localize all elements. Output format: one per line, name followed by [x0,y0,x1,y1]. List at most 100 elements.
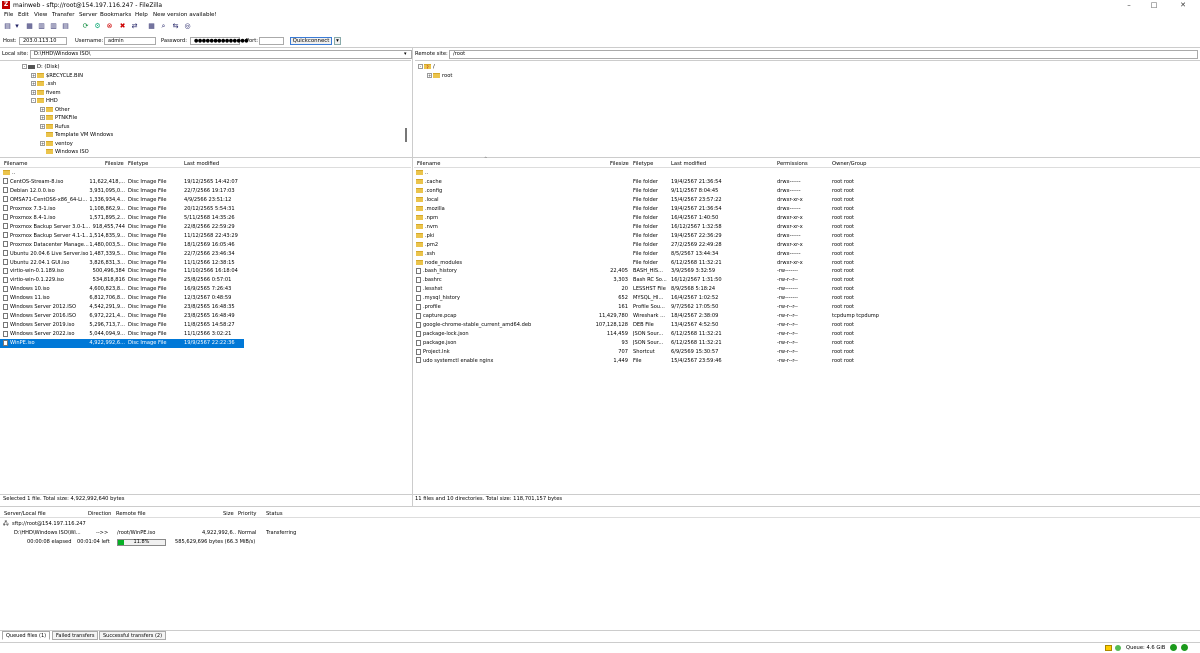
col-filetype[interactable]: Filetype [633,161,653,167]
password-input[interactable]: ●●●●●●●●●●●●●● [190,37,249,45]
tree-item[interactable]: - HHD [31,97,58,105]
table-row[interactable]: .cache File folder 19/4/2567 21:36:54 drwx-… [414,178,1200,187]
table-row[interactable]: .bash_history 22,405 BASH_HIS... 3/9/2569 3… [414,267,1200,276]
queue-transfer-row[interactable]: D:\HHD\Windows ISO\Wi... -->> /root/WinP… [0,529,400,538]
table-row[interactable]: CentOS-Stream-8.iso 11,622,418,... Disc Im… [0,178,244,187]
menu-bookmarks[interactable]: Bookmarks [100,12,131,18]
table-row[interactable]: virtio-win-0.1.189.iso 500,496,384 Disc Im… [0,267,244,276]
table-row[interactable]: .. [0,169,244,178]
expand-icon[interactable]: - [31,98,36,103]
table-row[interactable]: Windows Server 2022.iso 5,044,094,9... Dis… [0,330,244,339]
menu-view[interactable]: View [34,12,47,18]
table-row[interactable]: .. [414,169,1200,178]
table-row[interactable]: .bashrc 3,303 Bash RC So... 16/12/2567 1:31… [414,276,1200,285]
close-icon[interactable]: ✕ [1172,0,1194,10]
table-row[interactable]: .ssh File folder 8/5/2567 13:44:34 drwx----… [414,250,1200,259]
local-site-dropdown-icon[interactable]: ▾ [404,51,407,57]
table-row[interactable]: package-lock.json 114,459 JSON Sour... 6/12… [414,330,1200,339]
table-row[interactable]: capture.pcap 11,429,780 Wireshark ... 18/4/… [414,312,1200,321]
tree-item[interactable]: + Other [40,106,70,114]
minimize-icon[interactable]: – [1118,0,1140,10]
table-row[interactable]: Windows Server 2019.iso 5,296,713,7... Dis… [0,321,244,330]
table-row[interactable]: Proxmox 7.3-1.iso 1,108,862,9... Disc Imag… [0,205,244,214]
table-row[interactable]: Proxmox Backup Server 3.0-1... 918,455,74… [0,223,244,232]
refresh-icon[interactable]: ⟳ [81,22,90,31]
menu-help[interactable]: Help [135,12,148,18]
cancel-icon[interactable]: ⊗ [105,22,114,31]
expand-icon[interactable]: + [40,106,45,112]
table-row[interactable]: .pki File folder 19/4/2567 22:36:29 drwx---… [414,232,1200,241]
expand-icon[interactable]: + [40,140,45,146]
expand-icon[interactable]: - [418,64,423,69]
col-filename[interactable]: Filename [4,161,27,167]
synchronized-browsing-icon[interactable]: ⇆ [171,22,180,31]
expand-icon[interactable]: + [31,89,36,95]
table-row[interactable]: udo systemctl enable nginx 1,449 File 15/4/… [414,357,1200,366]
table-row[interactable]: .pm2 File folder 27/2/2569 22:49:28 drwxr-x… [414,241,1200,250]
reconnect-icon[interactable]: ⇄ [130,22,139,31]
table-row[interactable]: Ubuntu 22.04.1 GUI.iso 3,826,831,3... Disc… [0,259,244,268]
local-tree-scrollbar[interactable] [405,128,407,142]
col-filename[interactable]: Filename [417,161,440,167]
expand-icon[interactable]: + [31,81,36,86]
tree-item[interactable]: + PTNKFile [40,114,77,122]
col-remote-file[interactable]: Remote file [116,511,146,517]
table-row[interactable]: .npm File folder 16/4/2567 1:40:50 drwxr-xr… [414,214,1200,223]
col-priority[interactable]: Priority [238,511,256,517]
expand-icon[interactable]: + [40,115,45,120]
tree-item[interactable]: Windows ISO [40,148,89,156]
menu-file[interactable]: File [4,12,13,18]
toggle-remote-tree-icon[interactable]: ▥ [49,22,58,31]
quickconnect-dropdown-icon[interactable]: ▾ [334,37,341,45]
col-status[interactable]: Status [266,511,283,517]
tree-item[interactable]: + ventoy [40,140,73,148]
table-row[interactable]: .mysql_history 652 MYSQL_HI... 16/4/2567 1:… [414,294,1200,303]
table-row[interactable]: Windows Server 2012.ISO 4,542,291,9... Dis… [0,303,244,312]
table-row[interactable]: package.json 93 JSON Sour... 6/12/2568 11:3… [414,339,1200,348]
table-row[interactable]: .local File folder 15/4/2567 23:57:22 drwxr… [414,196,1200,205]
expand-icon[interactable]: - [22,64,27,69]
port-input[interactable] [259,37,284,45]
table-row[interactable]: Proxmox 8.4-1.iso 1,571,895,2... Disc Imag… [0,214,244,223]
table-row[interactable]: Proxmox Backup Server 4.1-1... 1,514,835,… [0,232,244,241]
col-last-modified[interactable]: Last modified [184,161,219,167]
pane-splitter[interactable] [412,48,413,506]
search-icon[interactable]: ⌕ [159,22,168,31]
expand-icon[interactable]: + [31,72,36,78]
tab-queued-files[interactable]: Queued files (1) [2,631,51,640]
toggle-local-tree-icon[interactable]: ▥ [37,22,46,31]
tab-successful-transfers[interactable]: Successful transfers (2) [99,631,167,640]
col-filesize[interactable]: Filesize [105,161,124,167]
table-row[interactable]: Debian 12.0.0.iso 3,931,095,0... Disc Imag… [0,187,244,196]
directory-listing-filters-icon[interactable]: ▦ [147,22,156,31]
table-row[interactable]: .mozilla File folder 19/4/2567 21:36:54 drw… [414,205,1200,214]
tree-item[interactable]: Template VM Windows [40,131,113,139]
table-row[interactable]: Project.lnk 707 Shortcut 6/9/2569 15:30:57-… [414,348,1200,357]
table-row[interactable]: Windows 10.iso 4,600,823,8... Disc Image F… [0,285,244,294]
col-last-modified[interactable]: Last modified [671,161,706,167]
table-row[interactable]: WinPE.iso 4,922,992,6... Disc Image File 19… [0,339,244,349]
tree-item[interactable]: + .ssh [31,80,56,88]
remote-site-path-input[interactable]: /root [449,50,1198,59]
table-row[interactable]: Windows 11.iso 6,812,706,8... Disc Image F… [0,294,244,303]
table-row[interactable]: Ubuntu 20.04.6 Live Server.iso 1,487,339,… [0,250,244,259]
col-filesize[interactable]: Filesize [610,161,629,167]
expand-icon[interactable]: + [40,123,45,129]
tab-failed-transfers[interactable]: Failed transfers [52,631,99,640]
table-row[interactable]: .nvm File folder 16/12/2567 1:32:58 drwxr-x… [414,223,1200,232]
tree-item[interactable]: - D: (Disk) [22,63,60,71]
col-direction[interactable]: Direction [88,511,111,517]
expand-icon[interactable]: + [427,72,432,78]
username-input[interactable]: admin [104,37,156,45]
table-row[interactable]: virtio-win-0.1.229.iso 534,818,816 Disc Im… [0,276,244,285]
toggle-queue-icon[interactable]: ▤ [61,22,70,31]
dropdown-icon[interactable]: ▾ [15,22,19,31]
local-site-path-input[interactable]: D:\HHD\Windows ISO\ [30,50,412,59]
disconnect-icon[interactable]: ✖ [118,22,127,31]
col-size[interactable]: Size [223,511,234,517]
menu-transfer[interactable]: Transfer [52,12,75,18]
tree-list-splitter[interactable] [0,157,1200,158]
menu-server[interactable]: Server [79,12,97,18]
menu-edit[interactable]: Edit [18,12,29,18]
process-queue-icon[interactable]: ⚙ [93,22,102,31]
